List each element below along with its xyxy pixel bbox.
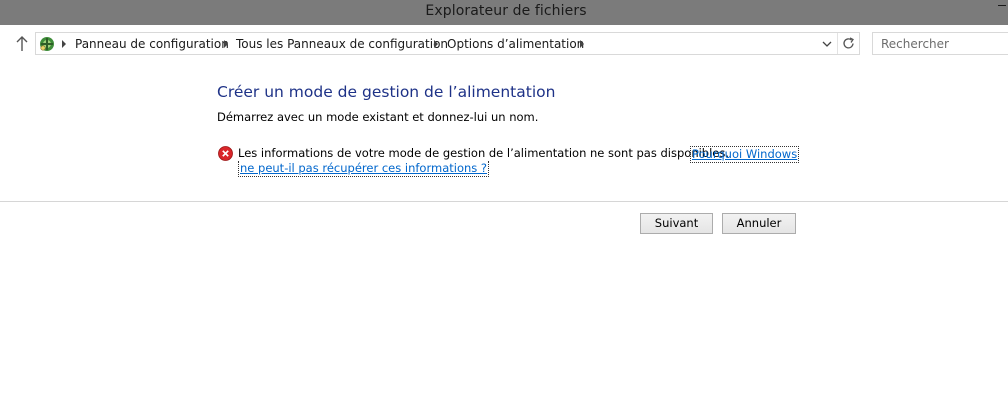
search-input[interactable] [873, 33, 1008, 54]
section-divider [0, 201, 1008, 202]
window-title: Explorateur de fichiers [425, 3, 587, 19]
search-box[interactable] [872, 32, 1008, 55]
help-link-line2[interactable]: ne peut-il pas récupérer ces information… [238, 161, 490, 177]
page-title: Créer un mode de gestion de l’alimentati… [217, 83, 556, 101]
next-button[interactable]: Suivant [640, 213, 713, 234]
address-bar[interactable]: Panneau de configuration Tous les Pannea… [35, 32, 860, 55]
cancel-button[interactable]: Annuler [722, 213, 796, 234]
refresh-icon[interactable] [840, 35, 858, 52]
title-bar: Explorateur de fichiers [0, 0, 1008, 25]
error-message: Les informations de votre mode de gestio… [238, 146, 730, 160]
breadcrumb-separator-icon[interactable] [580, 40, 584, 48]
address-divider [837, 33, 838, 54]
minimize-button[interactable] [998, 5, 1006, 6]
breadcrumb-options-alimentation[interactable]: Options d’alimentation [447, 37, 584, 51]
breadcrumb-tous-les-panneaux[interactable]: Tous les Panneaux de configuration [236, 37, 448, 51]
breadcrumb-separator-icon[interactable] [224, 40, 228, 48]
help-link-line1[interactable]: Pourquoi Windows [690, 146, 800, 163]
up-arrow-icon[interactable] [14, 35, 30, 53]
breadcrumb-panneau-de-configuration[interactable]: Panneau de configuration [75, 37, 229, 51]
control-panel-icon [38, 35, 56, 53]
breadcrumb-separator-icon[interactable] [62, 40, 66, 48]
breadcrumb-separator-icon[interactable] [434, 40, 438, 48]
error-icon [218, 146, 233, 161]
chevron-down-icon[interactable] [818, 35, 836, 52]
page-description: Démarrez avec un mode existant et donnez… [217, 110, 539, 124]
navigation-bar: Panneau de configuration Tous les Pannea… [0, 25, 1008, 64]
